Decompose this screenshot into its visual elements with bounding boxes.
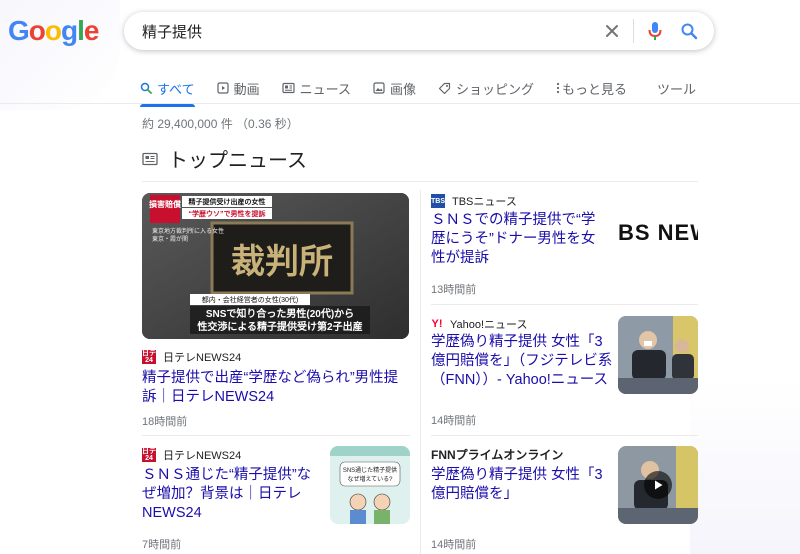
source-name: Yahoo!ニュース (450, 319, 528, 331)
tab-label: ショッピング (455, 81, 534, 97)
search-icon[interactable] (672, 14, 706, 48)
ntv-logo-icon: 日テ 24 (142, 350, 156, 364)
search-box (124, 12, 714, 50)
news-icon (142, 152, 158, 166)
tab-label: ニュース (299, 81, 351, 97)
news-time: 13時間前 (431, 284, 477, 296)
column-divider (420, 190, 421, 554)
search-tabs: すべて 動画 ニュース 画像 ショッピング もっと見る ツール (140, 74, 800, 107)
news-icon (281, 82, 295, 94)
news-time: 18時間前 (142, 416, 188, 428)
divider (431, 435, 698, 436)
tab-all[interactable]: すべて (140, 77, 195, 107)
video-icon (216, 82, 229, 94)
tbs-logo-icon: TBS (431, 194, 445, 208)
divider (142, 435, 410, 436)
tabs-divider (0, 103, 800, 104)
search-input[interactable] (124, 21, 595, 41)
divider (142, 181, 698, 182)
tab-label: 画像 (389, 81, 416, 97)
image-lower-2: SNSで知り合った男性(20代)から (206, 307, 354, 320)
news-headline[interactable]: 学歴偽り精子提供 女性「3億円賠償を」 (431, 466, 613, 504)
news-time: 14時間前 (431, 415, 477, 427)
image-icon (373, 82, 385, 94)
image-badge: 損害賠償 (149, 199, 181, 209)
tab-more[interactable]: もっと見る (556, 77, 627, 99)
thumb-bubble-2: なぜ増えている? (347, 475, 393, 483)
news-headline[interactable]: ＳＮＳでの精子提供で“学歴にうそ”ドナー男性を女性が提訴 (431, 211, 606, 268)
source-name: FNNプライムオンライン (431, 448, 564, 462)
news-thumbnail[interactable]: 裁判所 損害賠償 精子提供受け出産の女性 “学歴ウソ”で男性を提訴 東京地方裁判… (142, 193, 409, 339)
yahoo-logo-icon: Y! (431, 317, 443, 330)
news-source: FNNプライムオンライン (431, 446, 563, 463)
divider (431, 304, 698, 305)
news-time: 7時間前 (142, 539, 182, 551)
mic-icon[interactable] (638, 14, 672, 48)
result-stats: 約 29,400,000 件 （0.36 秒） (142, 117, 299, 131)
search-divider (633, 19, 634, 43)
news-source: 日テ 24 日テレNEWS24 (142, 349, 241, 365)
news-source: 日テ 24 日テレNEWS24 (142, 447, 241, 463)
tab-label: 動画 (233, 81, 260, 97)
image-lower-1: 都内・会社経営者の女性(30代) (202, 295, 298, 304)
image-place-1: 東京地方裁判所に入る女性 (152, 227, 224, 235)
news-headline[interactable]: ＳＮＳ通じた“精子提供”なぜ増加？背景は｜日テレNEWS24 (142, 466, 322, 523)
image-caption-1: 精子提供受け出産の女性 (189, 197, 266, 206)
ntv-logo-icon: 日テ 24 (142, 448, 156, 462)
news-time: 14時間前 (431, 539, 477, 551)
news-headline[interactable]: 学歴偽り精子提供 女性「3億円賠償を」（フジテレビ系（FNN））- Yahoo!… (431, 333, 613, 390)
news-thumbnail[interactable]: SNS通じた精子提供 なぜ増えている? (330, 446, 410, 524)
image-place-2: 東京・霞が関 (152, 235, 188, 243)
clear-icon[interactable] (595, 14, 629, 48)
news-headline[interactable]: 精子提供で出産“学歴など偽られ”男性提訴｜日テレNEWS24 (142, 369, 410, 407)
image-caption-2: “学歴ウソ”で男性を提訴 (189, 209, 266, 218)
thumb-text: BS NEWS (618, 220, 698, 245)
news-thumbnail[interactable] (618, 446, 698, 524)
tab-label: すべて (157, 81, 195, 97)
news-thumbnail[interactable] (618, 316, 698, 394)
news-thumbnail[interactable]: BS NEWS (618, 208, 698, 258)
source-name: 日テレNEWS24 (163, 450, 242, 462)
news-source: Y! Yahoo!ニュース (431, 316, 528, 332)
tab-label: もっと見る (561, 81, 627, 97)
background-shape (690, 380, 800, 554)
play-icon[interactable] (644, 471, 672, 499)
court-sign: 裁判所 (231, 242, 333, 282)
tag-icon (438, 82, 451, 95)
section-title-text: トップニュース (168, 150, 307, 172)
tab-news[interactable]: ニュース (281, 77, 351, 99)
tab-videos[interactable]: 動画 (216, 77, 260, 99)
google-logo[interactable]: Google (8, 15, 99, 47)
top-news-heading: トップニュース (142, 144, 307, 173)
tools-button[interactable]: ツール (657, 79, 696, 98)
thumb-bubble-1: SNS通じた精子提供 (343, 466, 397, 474)
more-vert-icon (556, 82, 560, 94)
tab-shopping[interactable]: ショッピング (438, 77, 534, 99)
news-source: TBS TBSニュース (431, 193, 517, 209)
source-name: TBSニュース (452, 196, 517, 208)
image-lower-3: 性交渉による精子提供受け第2子出産 (196, 320, 362, 333)
search-icon (140, 82, 152, 94)
tab-images[interactable]: 画像 (373, 77, 416, 99)
source-name: 日テレNEWS24 (163, 352, 242, 364)
